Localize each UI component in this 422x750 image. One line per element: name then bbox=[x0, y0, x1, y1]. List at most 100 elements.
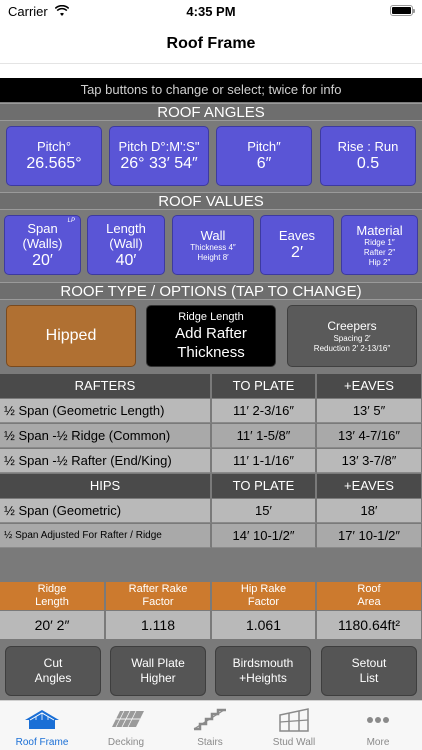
hipped-button[interactable]: Hipped bbox=[6, 305, 136, 367]
pitch-dms-button[interactable]: Pitch D°:M':S" 26° 33′ 54″ bbox=[109, 126, 209, 186]
eaves-value: 17′ 10-1/2″ bbox=[317, 524, 422, 548]
ridge-length-label: Ridge Length bbox=[178, 311, 244, 323]
wall-button[interactable]: Wall Thickness 4″ Height 8′ bbox=[172, 215, 254, 275]
to-plate-column-header: TO PLATE bbox=[212, 374, 316, 398]
roof-area-value: 1180.64ft² bbox=[317, 611, 422, 639]
page-title: Roof Frame bbox=[0, 24, 422, 64]
button-label-sub: (Walls) bbox=[22, 235, 63, 251]
to-plate-value: 11′ 1-5/8″ bbox=[212, 424, 316, 448]
battery-icon bbox=[390, 5, 415, 16]
tab-label: Stairs bbox=[197, 737, 223, 748]
to-plate-column-header: TO PLATE bbox=[212, 474, 316, 498]
tab-stud-wall[interactable]: Stud Wall bbox=[252, 701, 336, 750]
summary-label: Hip Rake bbox=[240, 583, 287, 595]
tab-label: Roof Frame bbox=[15, 737, 69, 748]
summary-label: Ridge bbox=[37, 583, 67, 595]
material-rafter: Rafter 2″ bbox=[363, 247, 396, 257]
button-label: Pitch° bbox=[36, 139, 72, 154]
button-label: Birdsmouth bbox=[232, 656, 294, 670]
button-value: 26° 33′ 54″ bbox=[120, 155, 198, 172]
lp-badge: LP bbox=[67, 218, 75, 224]
decking-icon bbox=[112, 710, 144, 728]
ridge-length-value: 20′ 2″ bbox=[0, 611, 105, 639]
button-label-sub: (Wall) bbox=[109, 235, 143, 251]
roof-frame-icon bbox=[25, 710, 59, 729]
material-button[interactable]: Material Ridge 1″ Rafter 2″ Hip 2″ bbox=[341, 215, 418, 275]
summary-label-sub: Factor bbox=[247, 596, 280, 608]
row-label: ½ Span -½ Ridge (Common) bbox=[0, 424, 211, 448]
rafters-header-row: RAFTERS TO PLATE +EAVES bbox=[0, 374, 422, 398]
button-label: Creepers bbox=[327, 318, 377, 333]
tab-stairs[interactable]: Stairs bbox=[168, 701, 252, 750]
hip-rake-factor-header: Hip Rake Factor bbox=[212, 582, 316, 610]
more-icon bbox=[367, 717, 389, 723]
roof-frame-content: Tap buttons to change or select; twice f… bbox=[0, 78, 422, 700]
creeper-spacing: Spacing 2′ bbox=[333, 333, 371, 343]
button-value: 6″ bbox=[256, 155, 272, 172]
tab-bar: Roof Frame Decking Stairs Stud Wall More bbox=[0, 700, 422, 750]
hips-header-row: HIPS TO PLATE +EAVES bbox=[0, 474, 422, 498]
table-row: ½ Span -½ Ridge (Common) 11′ 1-5/8″ 13′ … bbox=[0, 424, 422, 448]
button-label: Hipped bbox=[45, 327, 97, 344]
eaves-button[interactable]: Eaves 2′ bbox=[260, 215, 334, 275]
material-ridge: Ridge 1″ bbox=[364, 237, 395, 247]
button-label-sub: Angles bbox=[34, 671, 72, 685]
row-label: ½ Span -½ Rafter (End/King) bbox=[0, 449, 211, 473]
ridge-length-header: Ridge Length bbox=[0, 582, 105, 610]
summary-label: Rafter Rake bbox=[128, 583, 188, 595]
creeper-reduction: Reduction 2′ 2-13/16″ bbox=[313, 343, 391, 353]
button-value: 20′ bbox=[32, 251, 53, 269]
creepers-button[interactable]: Creepers Spacing 2′ Reduction 2′ 2-13/16… bbox=[287, 305, 417, 367]
status-bar: Carrier 4:35 PM bbox=[0, 0, 422, 24]
cut-angles-button[interactable]: Cut Angles bbox=[5, 646, 101, 696]
tab-label: Stud Wall bbox=[272, 737, 316, 748]
tab-label: More bbox=[366, 737, 390, 748]
button-label: Span bbox=[27, 220, 58, 236]
tab-more[interactable]: More bbox=[336, 701, 420, 750]
wall-plate-higher-button[interactable]: Wall Plate Higher bbox=[110, 646, 206, 696]
birdsmouth-heights-button[interactable]: Birdsmouth +Heights bbox=[215, 646, 311, 696]
rafter-rake-factor-header: Rafter Rake Factor bbox=[106, 582, 211, 610]
button-value: 40′ bbox=[115, 251, 137, 269]
length-button[interactable]: Length (Wall) 40′ bbox=[87, 215, 165, 275]
button-value: 0.5 bbox=[356, 155, 380, 172]
button-label: Wall Plate bbox=[131, 656, 185, 670]
summary-label-sub: Factor bbox=[142, 596, 174, 608]
table-row: ½ Span (Geometric) 15′ 18′ bbox=[0, 499, 422, 523]
row-label: ½ Span Adjusted For Rafter / Ridge bbox=[0, 524, 211, 548]
button-label: Pitch″ bbox=[247, 139, 281, 154]
eaves-column-header: +EAVES bbox=[317, 474, 422, 498]
setout-list-button[interactable]: Setout List bbox=[321, 646, 417, 696]
tab-decking[interactable]: Decking bbox=[84, 701, 168, 750]
to-plate-value: 11′ 2-3/16″ bbox=[212, 399, 316, 423]
tab-roof-frame[interactable]: Roof Frame bbox=[0, 701, 84, 750]
button-label: Eaves bbox=[278, 228, 316, 243]
rise-run-button[interactable]: Rise : Run 0.5 bbox=[320, 126, 416, 186]
hint-banner: Tap buttons to change or select; twice f… bbox=[0, 78, 422, 102]
button-value: 26.565° bbox=[26, 155, 82, 172]
add-rafter-thickness-button[interactable]: Ridge Length Add Rafter Thickness bbox=[146, 305, 276, 367]
button-label-sub: +Heights bbox=[239, 671, 287, 685]
to-plate-value: 15′ bbox=[212, 499, 316, 523]
to-plate-value: 14′ 10-1/2″ bbox=[212, 524, 316, 548]
pitch-degrees-button[interactable]: Pitch° 26.565° bbox=[6, 126, 102, 186]
button-label: Material bbox=[356, 222, 403, 238]
tab-label: Decking bbox=[107, 737, 145, 748]
stairs-icon bbox=[193, 708, 226, 731]
eaves-value: 18′ bbox=[317, 499, 422, 523]
table-row: ½ Span -½ Rafter (End/King) 11′ 1-1/16″ … bbox=[0, 449, 422, 473]
wall-height: Height 8′ bbox=[197, 252, 229, 262]
roof-angles-header: ROOF ANGLES bbox=[0, 103, 422, 121]
button-label: Setout bbox=[351, 656, 387, 670]
button-label: Rise : Run bbox=[337, 139, 399, 154]
button-label-sub: List bbox=[359, 671, 379, 685]
span-button[interactable]: LP Span (Walls) 20′ bbox=[4, 215, 81, 275]
pitch-inches-button[interactable]: Pitch″ 6″ bbox=[216, 126, 312, 186]
button-value: 2′ bbox=[291, 244, 303, 261]
row-label: ½ Span (Geometric) bbox=[0, 499, 211, 523]
hips-column-header: HIPS bbox=[0, 474, 211, 498]
button-label: Length bbox=[106, 220, 146, 236]
summary-label: Roof bbox=[357, 583, 381, 595]
summary-label-sub: Length bbox=[35, 596, 69, 608]
roof-values-header: ROOF VALUES bbox=[0, 192, 422, 210]
